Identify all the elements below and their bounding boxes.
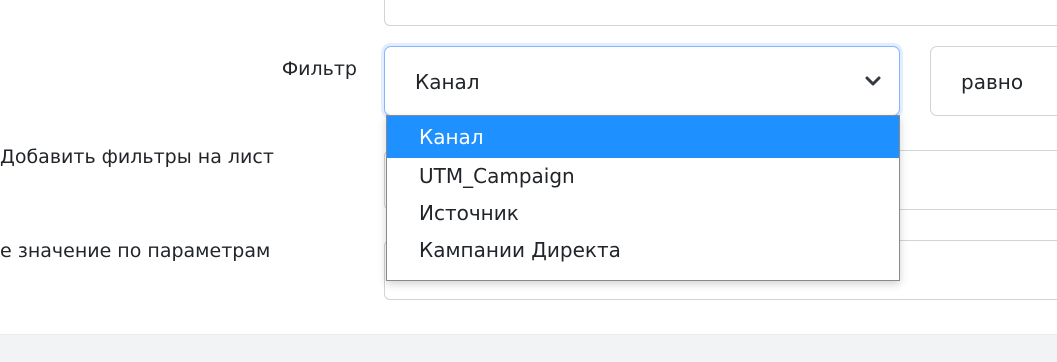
filter-select[interactable]: Канал xyxy=(384,46,900,116)
dropdown-option-kanal[interactable]: Канал xyxy=(387,116,899,158)
operator-select-value: равно xyxy=(961,70,1024,94)
top-input[interactable] xyxy=(384,0,1057,26)
add-filters-label: Добавить фильтры на лист xyxy=(0,146,274,168)
dropdown-option-istochnik[interactable]: Источник xyxy=(387,195,899,232)
value-by-params-label: е значение по параметрам xyxy=(0,240,271,262)
dropdown-option-utm-campaign[interactable]: UTM_Campaign xyxy=(387,158,899,195)
filter-select-value: Канал xyxy=(415,70,480,94)
filter-form: Фильтр Канал равно Добавить фильтры на л… xyxy=(0,0,1057,362)
footer-bar xyxy=(0,334,1057,362)
filter-label: Фильтр xyxy=(281,58,357,80)
filter-dropdown-list: Канал UTM_Campaign Источник Кампании Дир… xyxy=(386,115,900,281)
operator-select[interactable]: равно xyxy=(930,46,1057,116)
chevron-down-icon xyxy=(865,76,881,86)
dropdown-option-kampanii-direkta[interactable]: Кампании Директа xyxy=(387,232,899,269)
